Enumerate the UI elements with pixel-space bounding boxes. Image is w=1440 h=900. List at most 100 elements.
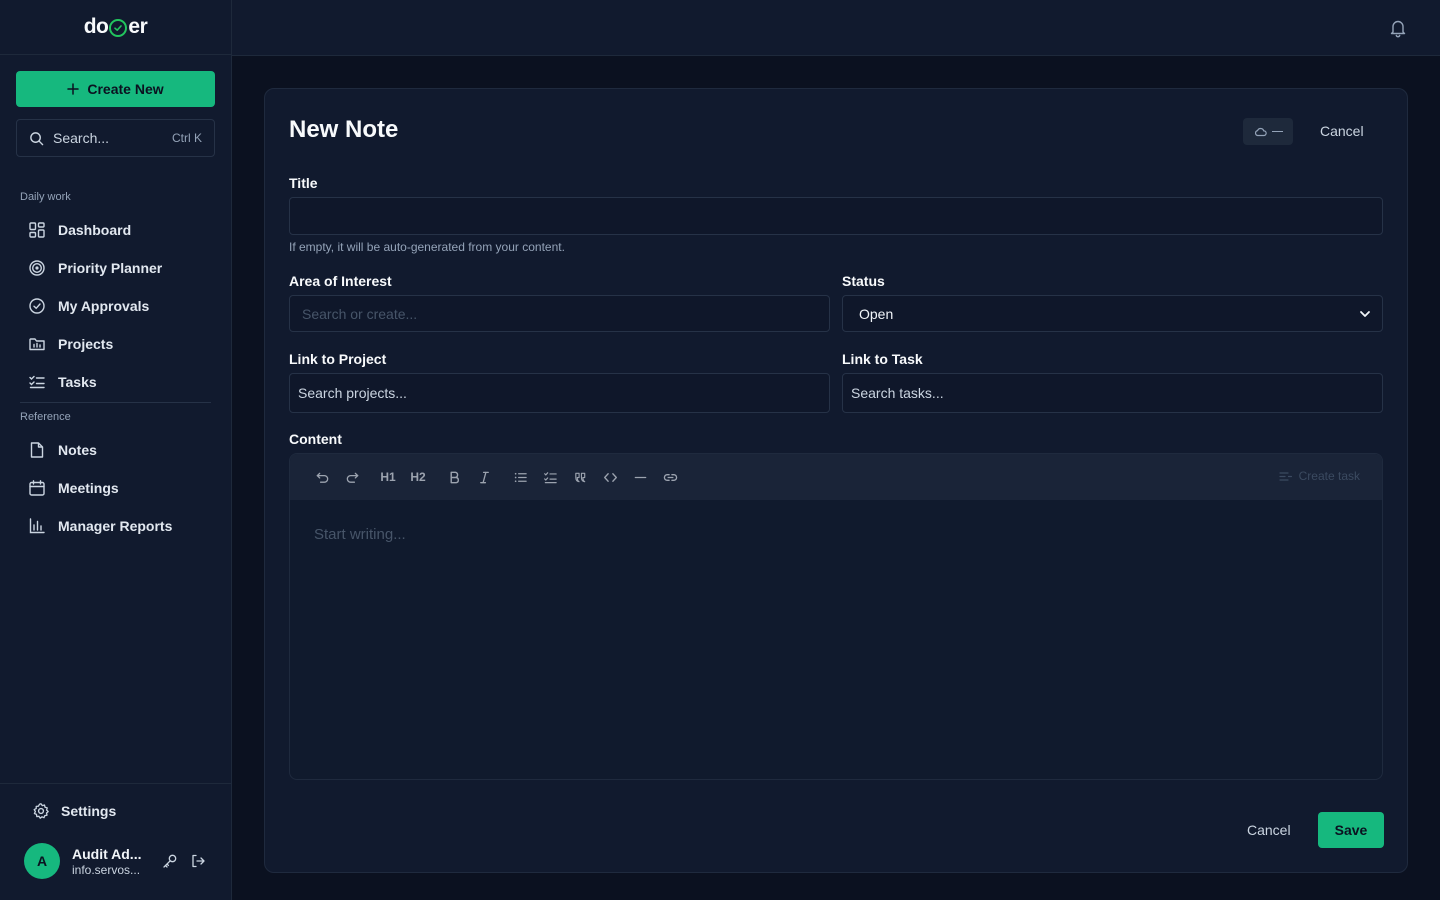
- sidebar-item-projects[interactable]: Projects: [28, 332, 113, 356]
- sidebar: do er Create New Search... Ctrl K Daily …: [0, 0, 232, 900]
- logo-text-left: do: [83, 15, 109, 38]
- code-button[interactable]: [595, 462, 625, 492]
- user-name: Audit Ad...: [72, 845, 142, 862]
- project-search-input[interactable]: Search projects...: [289, 373, 830, 413]
- bold-button[interactable]: [439, 462, 469, 492]
- heading1-button[interactable]: H1: [373, 462, 403, 492]
- quote-button[interactable]: [565, 462, 595, 492]
- plus-icon: [67, 83, 80, 95]
- title-input[interactable]: [289, 197, 1383, 235]
- sidebar-item-priority-planner[interactable]: Priority Planner: [28, 256, 162, 280]
- target-icon: [29, 260, 45, 276]
- sidebar-item-my-approvals[interactable]: My Approvals: [28, 294, 149, 318]
- divider-button[interactable]: [625, 462, 655, 492]
- link-icon: [663, 473, 677, 481]
- grid-icon: [29, 222, 45, 238]
- heading2-button[interactable]: H2: [403, 462, 433, 492]
- sidebar-item-label: Manager Reports: [58, 518, 173, 534]
- sidebar-item-label: Priority Planner: [58, 260, 163, 276]
- logo-text-right: er: [128, 15, 148, 38]
- sidebar-item-settings[interactable]: Settings: [32, 802, 116, 820]
- section-label-reference: Reference: [20, 411, 71, 423]
- gear-icon: [33, 803, 49, 819]
- new-note-card: New Note Cancel Title If empty, it will …: [264, 88, 1408, 873]
- cancel-button[interactable]: Cancel: [1247, 822, 1291, 838]
- task-search-input[interactable]: Search tasks...: [842, 373, 1383, 413]
- redo-icon: [346, 472, 358, 483]
- save-button[interactable]: Save: [1318, 812, 1384, 848]
- search-shortcut: Ctrl K: [172, 131, 202, 145]
- content-label: Content: [289, 431, 342, 447]
- undo-icon: [316, 472, 328, 483]
- content-editor: H1 H2 Create task Start writing...: [289, 453, 1383, 780]
- user-email: info.servos...: [72, 862, 141, 877]
- bar-chart-icon: [29, 518, 45, 534]
- sidebar-item-label: Dashboard: [58, 222, 132, 238]
- create-task-label: Create task: [1298, 469, 1360, 483]
- italic-button[interactable]: [469, 462, 499, 492]
- app-logo[interactable]: do er: [0, 0, 231, 55]
- sync-status[interactable]: [1243, 118, 1293, 145]
- sidebar-item-label: Tasks: [58, 374, 97, 390]
- section-label-daily-work: Daily work: [20, 191, 71, 203]
- sidebar-item-label: My Approvals: [58, 298, 150, 314]
- project-placeholder: Search projects...: [298, 385, 407, 401]
- calendar-icon: [29, 480, 45, 496]
- bullet-list-icon: [514, 472, 527, 482]
- avatar[interactable]: A: [24, 843, 60, 879]
- search-placeholder: Search...: [53, 130, 110, 146]
- undo-button[interactable]: [307, 462, 337, 492]
- chevron-down-icon: [1360, 311, 1370, 317]
- check-circle-icon: [29, 298, 45, 314]
- horizontal-rule-icon: [634, 476, 646, 478]
- folder-chart-icon: [29, 338, 45, 351]
- task-placeholder: Search tasks...: [851, 385, 944, 401]
- italic-icon: [479, 471, 489, 483]
- bell-icon[interactable]: [1388, 18, 1408, 38]
- cancel-button-top[interactable]: Cancel: [1320, 123, 1364, 139]
- file-icon: [30, 442, 44, 458]
- sidebar-divider: [20, 402, 211, 403]
- title-helper-text: If empty, it will be auto-generated from…: [289, 240, 565, 254]
- sidebar-footer-divider: [0, 783, 231, 784]
- sidebar-item-dashboard[interactable]: Dashboard: [28, 218, 131, 242]
- sidebar-item-manager-reports[interactable]: Manager Reports: [28, 514, 172, 538]
- area-input[interactable]: Search or create...: [289, 295, 830, 332]
- checklist-icon: [543, 471, 557, 483]
- key-icon[interactable]: [162, 853, 178, 869]
- link-button[interactable]: [655, 462, 685, 492]
- settings-label: Settings: [61, 803, 117, 819]
- redo-button[interactable]: [337, 462, 367, 492]
- sidebar-item-label: Projects: [58, 336, 114, 352]
- top-bar: [232, 0, 1440, 56]
- sidebar-item-notes[interactable]: Notes: [28, 438, 97, 462]
- title-label: Title: [289, 175, 318, 191]
- create-new-label: Create New: [87, 81, 164, 97]
- code-icon: [603, 472, 617, 482]
- search-icon: [30, 131, 44, 145]
- status-value: Open: [859, 305, 894, 322]
- editor-placeholder[interactable]: Start writing...: [314, 526, 406, 543]
- user-profile: A Audit Ad... info.servos...: [24, 843, 206, 879]
- logo-check-icon: [109, 19, 128, 37]
- sync-dash-icon: [1271, 130, 1283, 133]
- quote-icon: [574, 472, 585, 482]
- list-plus-icon: [1279, 471, 1292, 481]
- area-placeholder: Search or create...: [302, 305, 418, 322]
- task-label: Link to Task: [842, 351, 923, 367]
- logout-icon[interactable]: [190, 853, 206, 869]
- create-new-button[interactable]: Create New: [16, 71, 215, 107]
- task-list-button[interactable]: [535, 462, 565, 492]
- editor-toolbar: H1 H2 Create task: [290, 454, 1382, 500]
- bold-icon: [450, 471, 459, 483]
- page-title: New Note: [289, 116, 399, 143]
- sidebar-item-label: Notes: [58, 442, 97, 458]
- sidebar-item-tasks[interactable]: Tasks: [28, 370, 97, 394]
- status-label: Status: [842, 273, 885, 289]
- sidebar-search[interactable]: Search... Ctrl K: [16, 119, 215, 157]
- status-select[interactable]: Open: [842, 295, 1383, 332]
- sidebar-item-meetings[interactable]: Meetings: [28, 476, 119, 500]
- bullet-list-button[interactable]: [505, 462, 535, 492]
- create-task-button[interactable]: Create task: [1279, 469, 1360, 483]
- project-label: Link to Project: [289, 351, 387, 367]
